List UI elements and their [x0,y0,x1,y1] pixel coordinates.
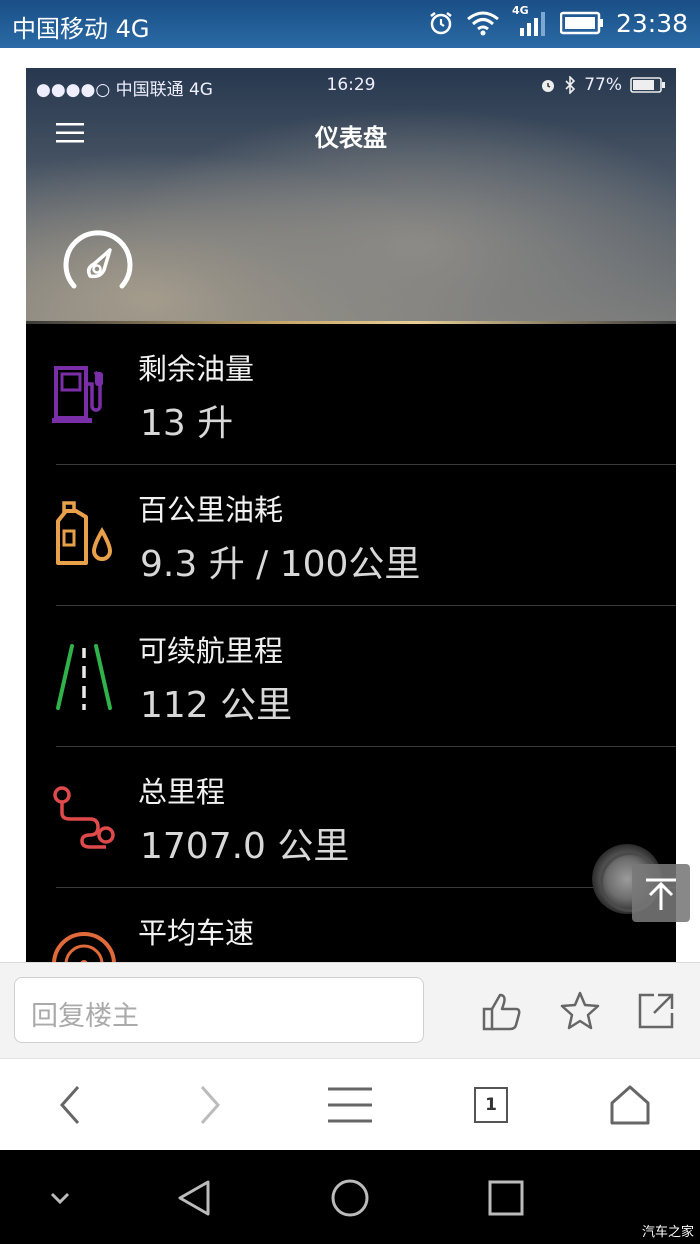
list-item-label: 平均车速 [138,916,255,950]
like-icon[interactable] [480,989,524,1033]
clock: 23:38 [615,8,688,38]
fuel-pump-icon [52,366,103,423]
share-icon[interactable] [634,989,678,1033]
road-icon [56,644,112,710]
list-item[interactable]: 百公里油耗 9.3 升 / 100公里 [26,465,676,606]
carrier-label: 中国移动 4G [12,15,150,43]
speed-wheel-icon [52,932,116,962]
route-icon [53,786,115,849]
page-title: 仪表盘 [315,124,387,152]
list-item[interactable]: 可续航里程 112 公里 [26,606,676,747]
home-circle-icon[interactable] [328,1176,372,1220]
inner-status-bar: ●●●●○ 中国联通 4G 16:29 77% [26,72,676,100]
inner-status-icons: 77% [540,75,666,95]
battery-icon [630,77,665,93]
gauge-icon [63,230,133,289]
back-to-top-button[interactable] [632,864,690,922]
list-item-value: 9.3 升 / 100公里 [140,544,421,585]
status-icons: 4G 23:38 [428,4,688,38]
list-item[interactable]: 平均车速 [26,888,676,962]
embedded-screenshot: ●●●●○ 中国联通 4G 16:29 77% 仪表盘 剩余油量 13 升 百公… [26,68,676,962]
inner-battery-percent: 77% [584,75,622,95]
list-item-label: 可续航里程 [138,634,284,668]
menu-lines-icon[interactable] [326,1081,374,1129]
list-item-label: 总里程 [138,775,226,809]
app-header: ●●●●○ 中国联通 4G 16:29 77% 仪表盘 [26,68,676,324]
reply-bar: 回复楼主 [0,962,700,1058]
battery-icon [559,11,603,35]
recents-square-icon[interactable] [484,1176,528,1220]
browser-nav-bar: 1 [0,1058,700,1150]
outer-status-bar: 中国移动 4G 4G 23:38 [0,0,700,48]
signal-icon: 4G [512,4,548,38]
alarm-icon [542,80,555,92]
arrow-up-icon [646,878,676,910]
back-icon[interactable] [46,1081,94,1129]
oil-bottle-icon [56,501,113,565]
favorite-star-icon[interactable] [558,989,602,1033]
list-item[interactable]: 总里程 1707.0 公里 [26,747,676,888]
reply-input[interactable]: 回复楼主 [14,977,424,1043]
list-item[interactable]: 剩余油量 13 升 [26,324,676,465]
watermark: 汽车之家 [641,1225,694,1240]
chevron-down-icon[interactable] [38,1176,82,1220]
list-item-label: 百公里油耗 [138,493,284,527]
list-item-value: 112 公里 [140,685,293,726]
bluetooth-icon [565,76,576,94]
metric-list: 剩余油量 13 升 百公里油耗 9.3 升 / 100公里 可续航里程 112 … [26,324,676,962]
list-item-value: 1707.0 公里 [140,826,350,867]
list-item-label: 剩余油量 [138,352,255,386]
back-triangle-icon[interactable] [172,1176,216,1220]
forward-icon[interactable] [186,1081,234,1129]
tabs-icon[interactable]: 1 [474,1087,508,1123]
home-icon[interactable] [606,1081,654,1129]
wifi-icon [467,11,499,36]
system-nav-bar: 汽车之家 [0,1150,700,1244]
alarm-icon [430,12,452,35]
list-item-value: 13 升 [140,403,234,444]
